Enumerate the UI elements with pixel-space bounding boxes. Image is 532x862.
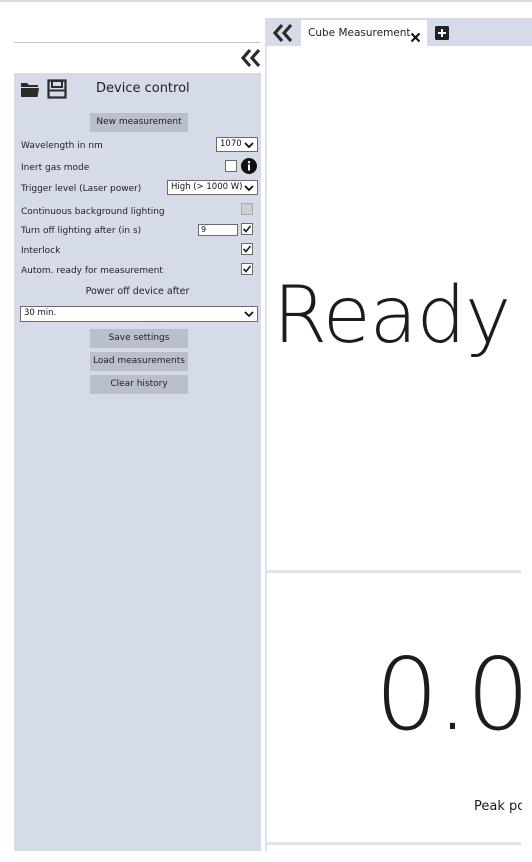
peak-label: Peak po [474,799,526,814]
measurement-content: Ready 0.0 Peak po [265,46,532,852]
trigger-value: High (> 1000 W) [171,182,243,192]
interlock-checkbox[interactable] [241,243,253,255]
new-measurement-button[interactable]: New measurement [90,113,188,132]
right-edge [522,46,532,852]
wavelength-select[interactable]: 1070 [216,137,258,152]
wavelength-label: Wavelength in nm [21,141,103,151]
add-tab-icon[interactable] [435,25,449,40]
save-settings-button[interactable]: Save settings [90,329,188,348]
inert-gas-label: Inert gas mode [21,163,90,173]
turn-off-lighting-label: Turn off lighting after (in s) [21,226,142,236]
turn-off-lighting-checkbox[interactable] [241,223,253,235]
bottom-frame [0,852,532,862]
save-icon[interactable] [47,79,67,99]
wavelength-value: 1070 [220,139,242,149]
trigger-label: Trigger level (Laser power) [21,184,142,194]
panel-header: Device control [14,73,261,105]
inert-gas-checkbox[interactable] [225,160,237,172]
tab-label: Cube Measurement [308,27,411,39]
autom-ready-label: Autom. ready for measurement [21,266,163,276]
double-chevron-left-icon[interactable] [240,46,262,70]
content-divider [267,570,521,573]
device-control-panel: Device control New measurement Wavelengt… [14,73,261,851]
window-top-border [0,0,532,2]
close-icon[interactable] [410,28,421,43]
folder-icon[interactable] [20,79,40,99]
checkmark-icon [242,245,252,253]
load-measurements-button[interactable]: Load measurements [90,352,188,371]
power-off-value: 30 min. [24,308,57,318]
double-chevron-left-icon[interactable] [272,22,294,44]
panel-title: Device control [96,81,190,96]
info-icon[interactable] [241,158,257,174]
clear-history-button[interactable]: Clear history [90,375,188,394]
power-off-select[interactable]: 30 min. [20,306,258,322]
peak-value: 0.0 [375,636,530,753]
chevron-down-icon [244,311,254,318]
left-panel-separator [14,42,261,43]
status-text: Ready [273,271,511,361]
power-off-label: Power off device after [85,286,190,297]
tab-strip: Cube Measurement [265,18,532,46]
checkmark-icon [242,225,252,233]
content-bottom-divider [267,842,521,845]
checkmark-icon [242,265,252,273]
content-left-border [265,46,267,852]
trigger-select[interactable]: High (> 1000 W) [167,180,258,195]
bg-lighting-label: Continuous background lighting [21,207,165,217]
interlock-label: Interlock [21,246,61,256]
turn-off-lighting-input[interactable]: 9 [198,224,238,236]
autom-ready-checkbox[interactable] [241,263,253,275]
chevron-down-icon [244,185,254,192]
tab-cube-measurement[interactable]: Cube Measurement [301,20,427,46]
chevron-down-icon [244,142,254,149]
bg-lighting-checkbox[interactable] [241,203,253,215]
